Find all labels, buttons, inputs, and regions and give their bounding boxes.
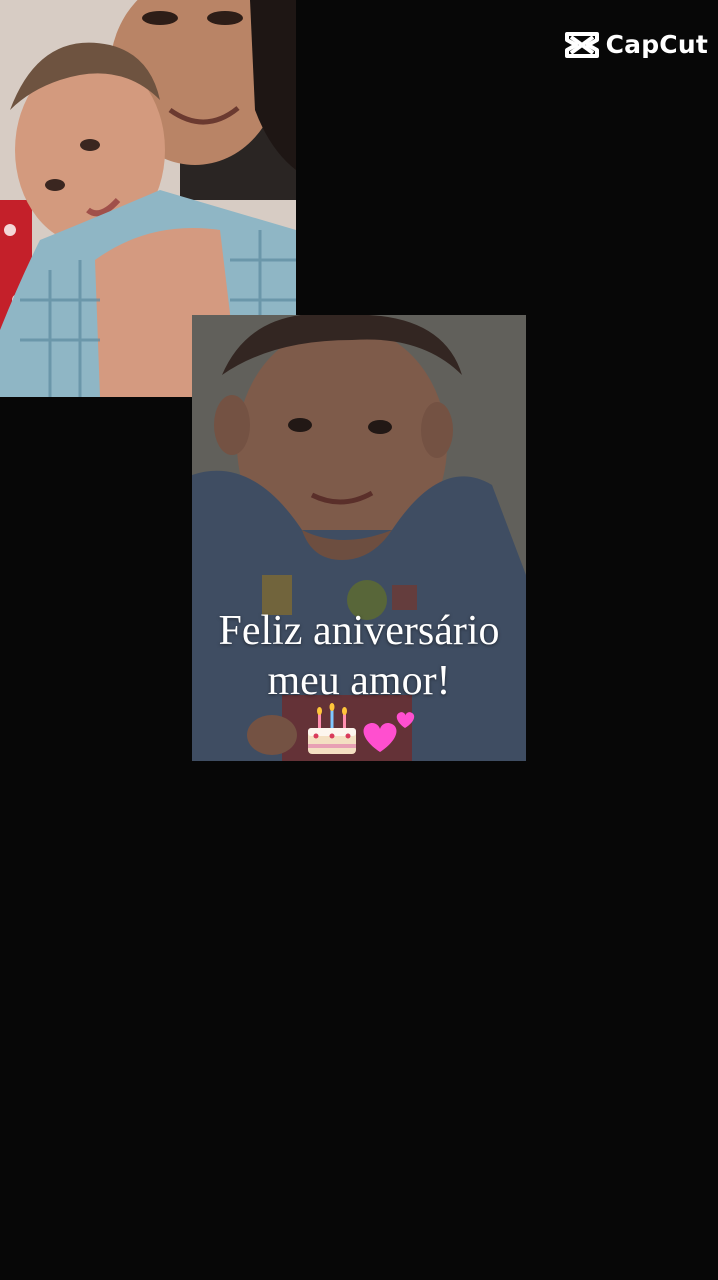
watermark-brand: CapCut	[605, 30, 708, 59]
capcut-logo-icon	[564, 31, 599, 58]
birthday-cake-icon	[308, 703, 356, 754]
caption-emojis	[300, 700, 420, 760]
birthday-caption: Feliz aniversário meu amor!	[192, 606, 526, 706]
video-frame: Feliz aniversário meu amor! CapCut	[0, 0, 718, 1280]
caption-line-2: meu amor!	[267, 658, 451, 704]
caption-line-1: Feliz aniversário	[218, 608, 500, 654]
capcut-watermark: CapCut	[564, 30, 708, 59]
two-hearts-icon	[363, 712, 415, 752]
